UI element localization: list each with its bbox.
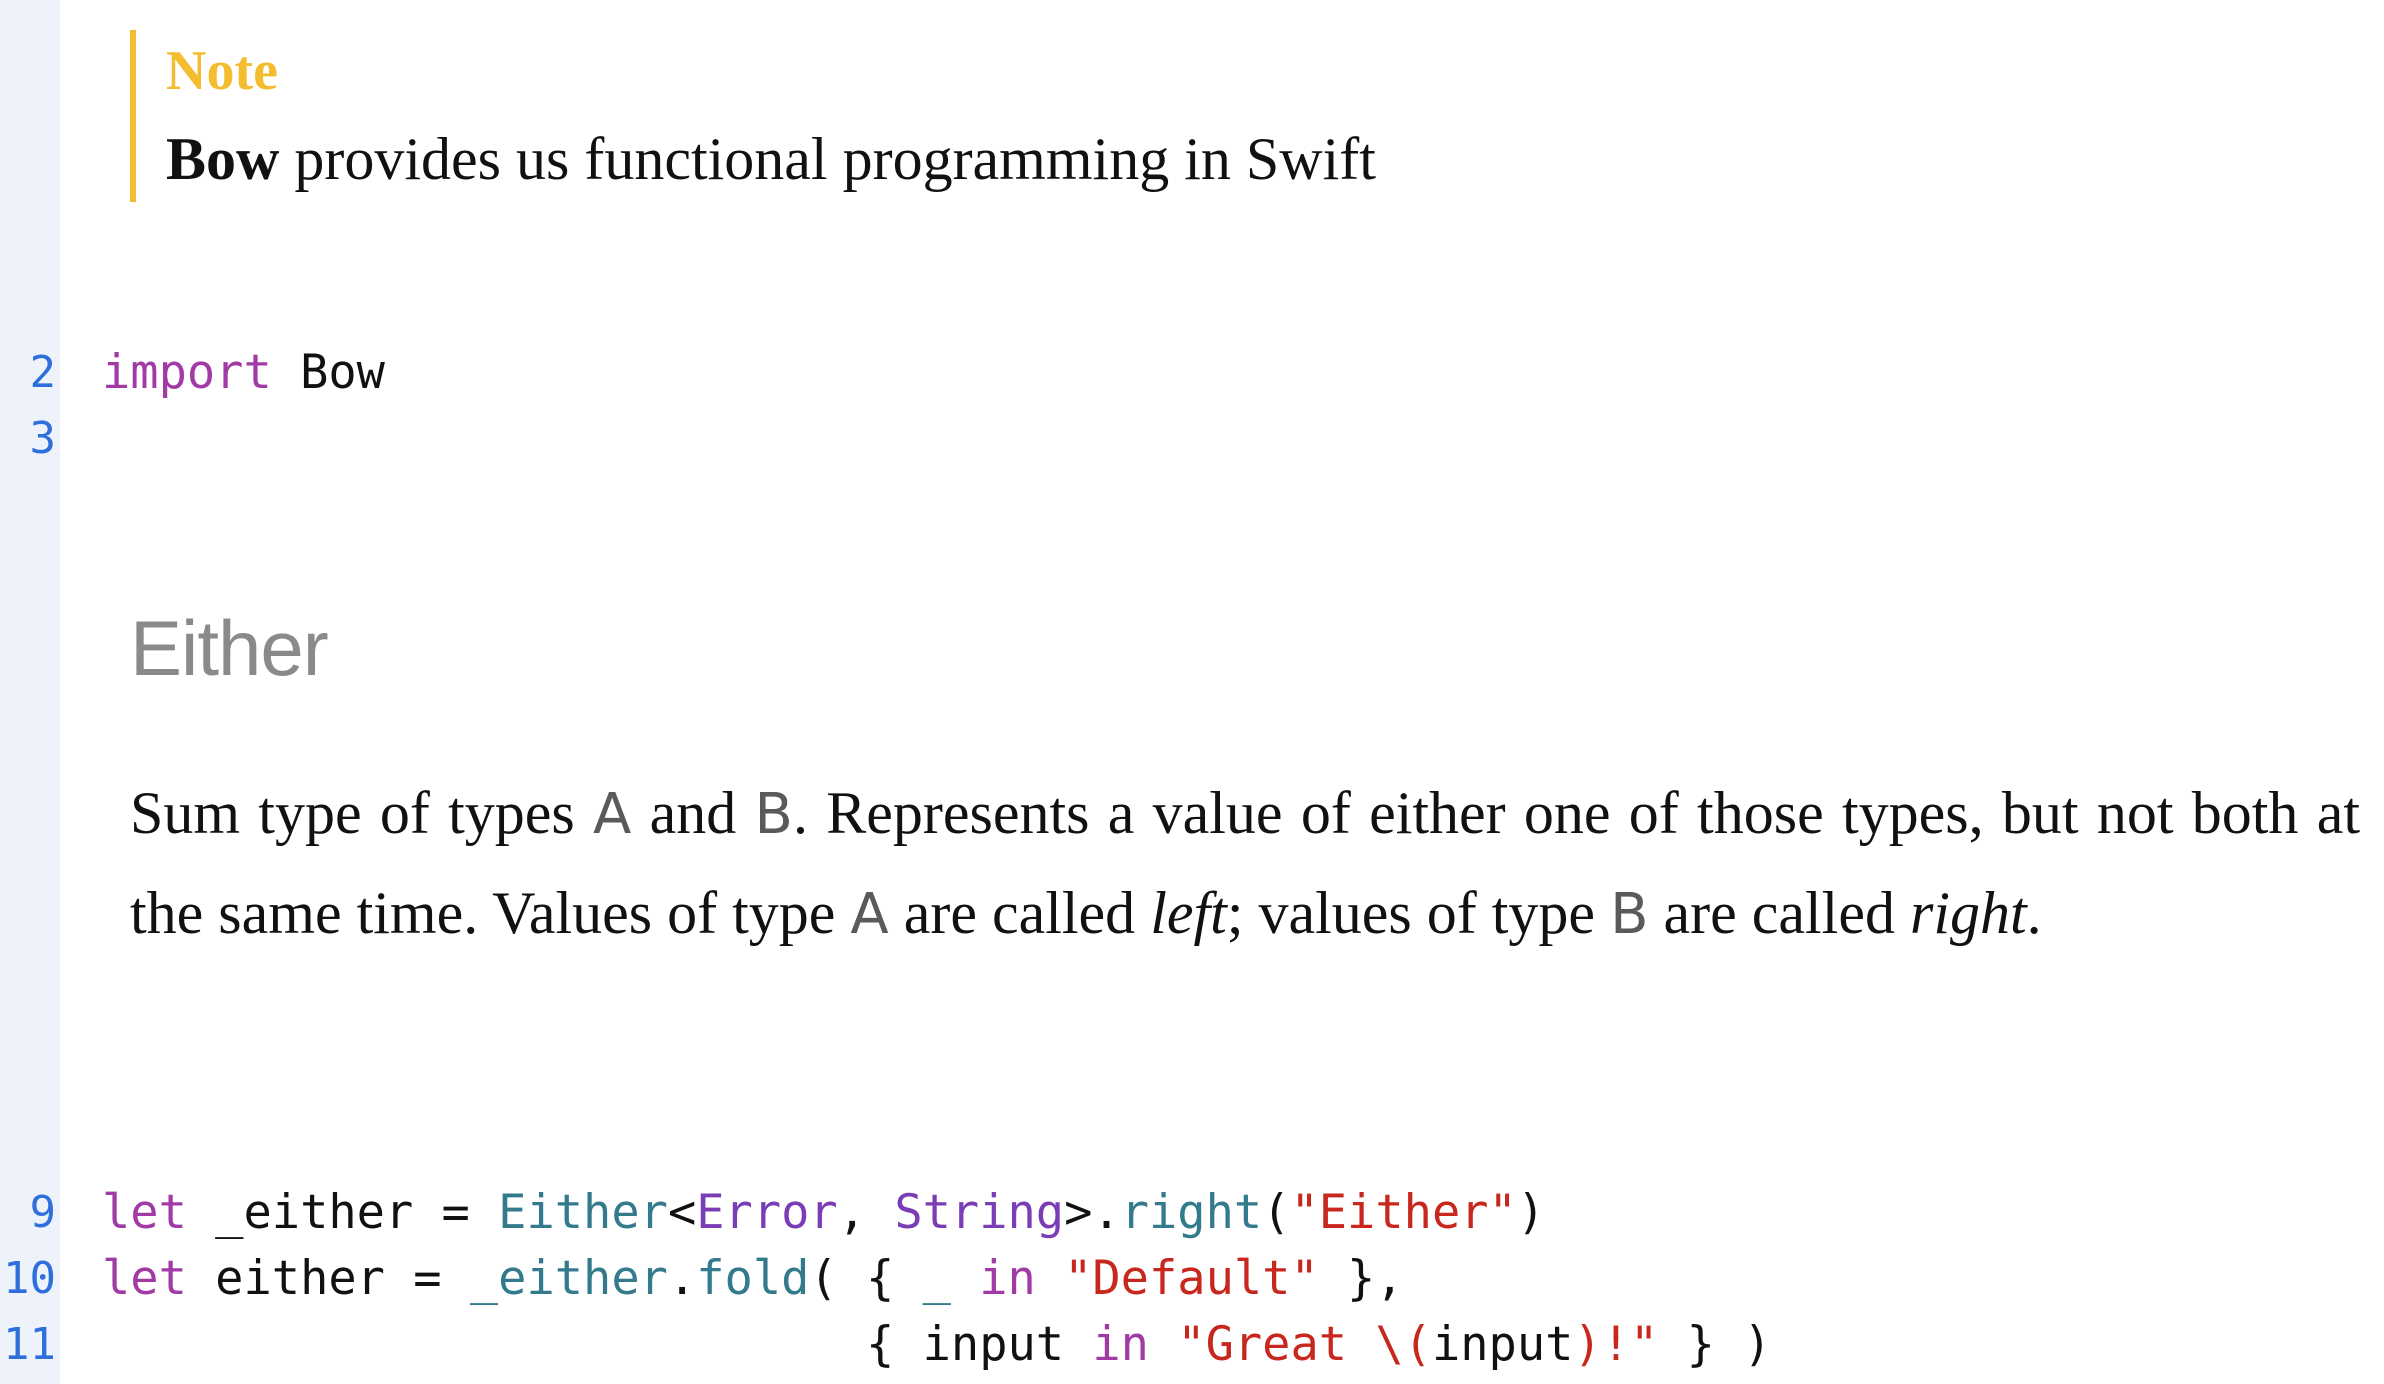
string-literal: "Default"	[1064, 1251, 1319, 1306]
module-name: Bow	[271, 345, 385, 400]
section-heading: Either	[130, 604, 329, 692]
note-bold-word: Bow	[166, 126, 280, 192]
line-number: 2	[29, 347, 57, 398]
identifier-input: input	[1431, 1317, 1574, 1372]
code-text: { input	[866, 1317, 1093, 1372]
code-text: >.	[1064, 1185, 1121, 1240]
interpolation-paren: )	[1573, 1317, 1602, 1372]
para-text: Sum type of types	[130, 780, 594, 846]
para-text: .	[2026, 880, 2042, 946]
para-text: and	[631, 780, 755, 846]
line-number: 11	[3, 1319, 56, 1370]
section-paragraph: Sum type of types A and B. Represents a …	[130, 764, 2360, 964]
emphasis-left: left	[1150, 880, 1227, 946]
inline-code-B: B	[1610, 882, 1649, 947]
code-text: ( {	[809, 1251, 923, 1306]
code-text: },	[1318, 1251, 1404, 1306]
code-line-10[interactable]: let either = _either.fold( { _ in "Defau…	[102, 1246, 1404, 1312]
identifier-either: _either	[469, 1251, 668, 1306]
code-text: ,	[837, 1185, 895, 1240]
note-callout: Note Bow provides us functional programm…	[130, 30, 1530, 202]
keyword-in: in	[1092, 1317, 1149, 1372]
code-text: )	[1516, 1185, 1546, 1240]
identifier-underscore: _	[922, 1251, 951, 1306]
interpolation-paren: (	[1403, 1317, 1432, 1372]
note-title: Note	[166, 40, 278, 102]
type-error: Error	[696, 1185, 838, 1240]
code-text: .	[667, 1251, 697, 1306]
keyword-in: in	[979, 1251, 1036, 1306]
line-number: 3	[29, 413, 57, 464]
function-fold: fold	[696, 1251, 810, 1306]
string-literal: "Either"	[1290, 1185, 1517, 1240]
para-text: ; values of type	[1226, 880, 1611, 946]
code-text: either =	[186, 1251, 470, 1306]
line-number: 9	[29, 1187, 57, 1238]
inline-code-A: A	[850, 882, 889, 947]
keyword-let: let	[102, 1251, 187, 1306]
line-number-gutter	[0, 0, 60, 1384]
code-line-2[interactable]: import Bow	[102, 340, 385, 406]
string-literal: !"	[1601, 1317, 1659, 1372]
type-string: String	[894, 1185, 1065, 1240]
code-line-9[interactable]: let _either = Either<Error, String>.righ…	[102, 1180, 1545, 1246]
code-text: } )	[1658, 1317, 1772, 1372]
inline-code-A: A	[593, 782, 632, 847]
line-number: 10	[3, 1253, 56, 1304]
code-text: _either =	[186, 1185, 499, 1240]
code-text: <	[667, 1185, 697, 1240]
function-right: right	[1120, 1185, 1263, 1240]
inline-code-B: B	[754, 782, 793, 847]
para-text: are called	[1648, 880, 1910, 946]
keyword-import: import	[102, 345, 272, 400]
code-text: (	[1262, 1185, 1291, 1240]
type-either: Either	[498, 1185, 668, 1240]
keyword-let: let	[102, 1185, 187, 1240]
code-line-11[interactable]: { input in "Great \(input)!" } )	[102, 1312, 1772, 1378]
string-literal: "Great \	[1177, 1317, 1404, 1372]
emphasis-right: right	[1909, 880, 2027, 946]
note-text: Bow provides us functional programming i…	[166, 124, 1376, 194]
note-body: provides us functional programming in Sw…	[279, 126, 1376, 192]
para-text: are called	[888, 880, 1151, 946]
